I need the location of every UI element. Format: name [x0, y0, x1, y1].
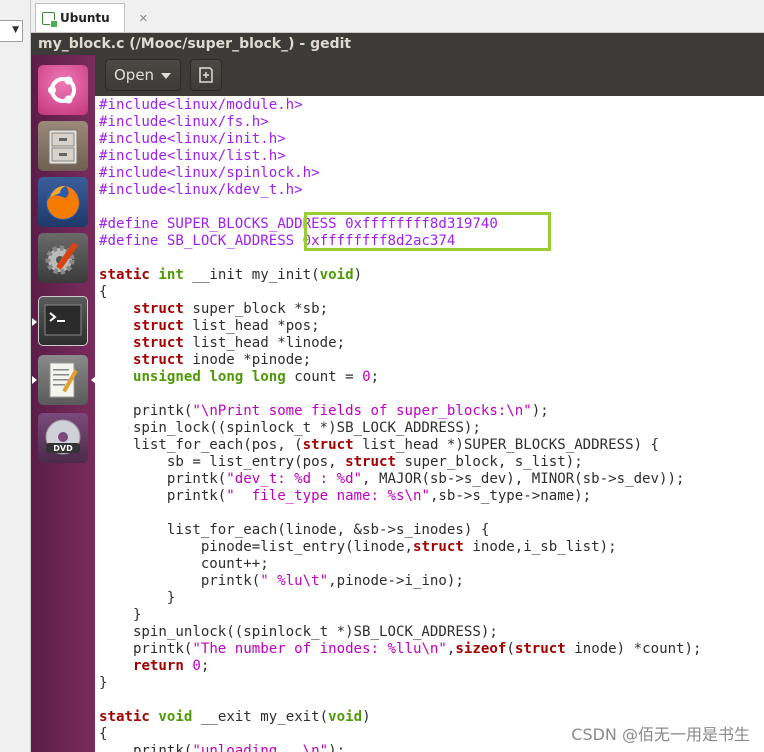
code-line: #include<linux/list.h>	[99, 148, 286, 164]
chevron-down-icon	[161, 73, 171, 79]
host-side-panel: ▼	[0, 0, 31, 752]
window-title: my_block.c (/Mooc/super_block_) - gedit	[31, 33, 764, 55]
file-manager-icon[interactable]	[38, 121, 88, 171]
tab-label: Ubuntu	[60, 11, 110, 25]
code-line: {	[99, 284, 108, 300]
new-document-button[interactable]	[190, 59, 222, 91]
code-line: printk("The number of inodes: %llu\n",si…	[99, 641, 702, 657]
disc-icon: DVD	[45, 419, 81, 455]
code-line: list_for_each(pos, (struct list_head *)S…	[99, 437, 660, 453]
code-line: #include<linux/module.h>	[99, 97, 303, 113]
open-label: Open	[114, 66, 155, 84]
code-line: ​	[99, 505, 702, 522]
unity-launcher: DVD	[31, 55, 96, 752]
code-line: printk("\nPrint some fields of super_blo…	[99, 403, 549, 419]
code-line: #include<linux/kdev_t.h>	[99, 182, 303, 198]
notepad-icon	[49, 362, 78, 398]
ubuntu-dash-icon[interactable]	[38, 65, 88, 115]
text-editor-icon[interactable]	[38, 355, 88, 405]
code-line: printk(" %lu\t",pinode->i_ino);	[99, 573, 464, 589]
code-line: spin_unlock((spinlock_t *)SB_LOCK_ADDRES…	[99, 624, 498, 640]
file-cabinet-icon	[48, 129, 78, 165]
code-line: printk("dev_t: %d : %d", MAJOR(sb->s_dev…	[99, 471, 685, 487]
terminal-icon[interactable]	[38, 296, 88, 346]
code-line: }	[99, 590, 176, 606]
csdn-watermark: CSDN @佰无一用是书生	[571, 725, 750, 744]
code-line: static int __init my_init(void)	[99, 267, 363, 283]
code-line: struct super_block *sb;	[132, 301, 329, 317]
code-line: ​	[99, 386, 702, 403]
gear-icon	[45, 242, 78, 275]
source-code: #include<linux/module.h> #include<linux/f…	[99, 97, 702, 752]
code-line: struct inode *pinode;	[132, 352, 312, 368]
code-line: #include<linux/spinlock.h>	[99, 165, 320, 181]
gedit-toolbar: Open	[95, 55, 764, 96]
firefox-logo-icon	[46, 185, 80, 220]
code-line: }	[99, 607, 142, 623]
code-line: unsigned long long count = 0;	[132, 369, 380, 385]
code-line: ​	[99, 692, 702, 709]
terminal-prompt-icon	[44, 304, 82, 336]
host-tab-bar: Ubuntu ✕	[31, 0, 764, 33]
running-indicator	[32, 318, 37, 326]
code-editor[interactable]: #include<linux/module.h> #include<linux/f…	[95, 96, 764, 752]
code-line: return 0;	[132, 658, 210, 674]
close-icon[interactable]: ✕	[139, 12, 148, 25]
ubuntu-logo-icon	[48, 76, 76, 104]
new-document-icon	[199, 67, 213, 83]
tab-ubuntu[interactable]: Ubuntu ✕	[35, 3, 148, 32]
host-dropdown[interactable]: ▼	[0, 20, 23, 42]
code-line: #include<linux/init.h>	[99, 131, 286, 147]
dvd-icon[interactable]: DVD	[38, 413, 88, 463]
code-line: spin_lock((spinlock_t *)SB_LOCK_ADDRESS)…	[99, 420, 481, 436]
vm-icon	[42, 11, 58, 28]
running-indicator	[32, 376, 37, 384]
code-line: #include<linux/fs.h>	[99, 114, 269, 130]
code-line: struct list_head *pos;	[132, 318, 320, 334]
code-line: count++;	[99, 556, 269, 572]
system-settings-icon[interactable]	[38, 233, 88, 283]
code-line: struct list_head *linode;	[132, 335, 346, 351]
firefox-icon[interactable]	[38, 177, 88, 227]
chevron-down-icon: ▼	[12, 25, 19, 35]
code-line: }	[99, 675, 108, 691]
code-line: printk(" file_type name: %s\n",sb->s_typ…	[99, 488, 592, 504]
code-line: list_for_each(linode, &sb->s_inodes) {	[99, 522, 490, 538]
code-line: ​	[99, 250, 702, 267]
svg-text:DVD: DVD	[53, 444, 73, 453]
code-line: sb = list_entry(pos, struct super_block,…	[99, 454, 583, 470]
highlight-annotation-box	[304, 212, 551, 251]
open-button[interactable]: Open	[105, 59, 181, 91]
code-line: pinode=list_entry(linode,struct inode,i_…	[99, 539, 617, 555]
